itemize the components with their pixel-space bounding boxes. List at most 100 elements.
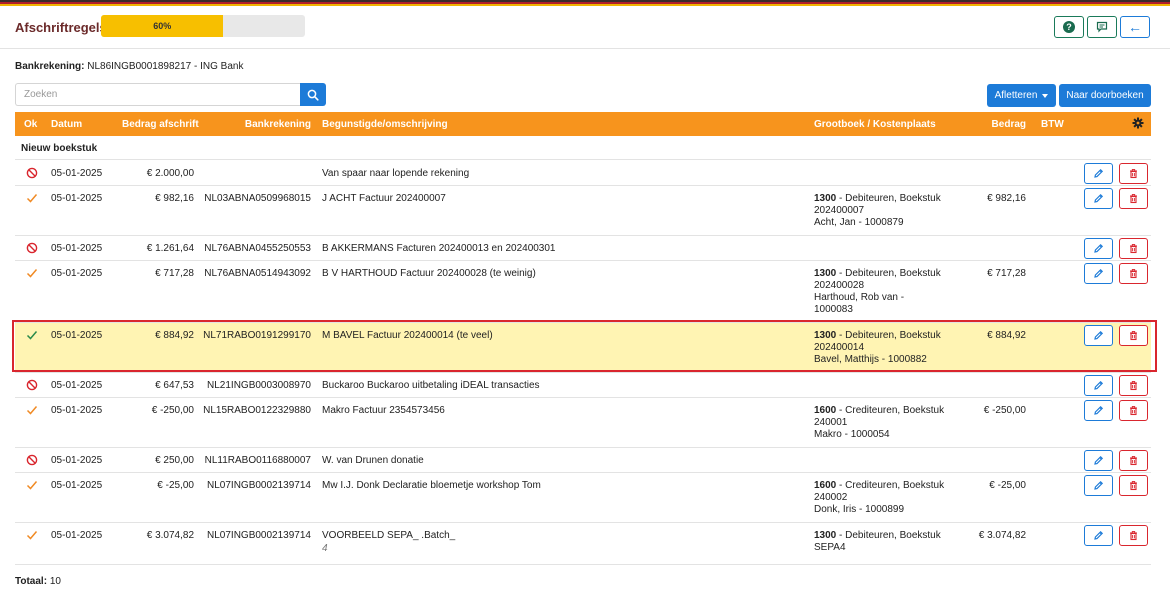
afletteren-dropdown-button[interactable]: Afletteren (987, 84, 1056, 107)
delete-button[interactable] (1119, 238, 1148, 259)
group-row: Nieuw boekstuk (15, 136, 1151, 160)
row-relation: Makro - 1000054 (814, 429, 890, 440)
delete-button[interactable] (1119, 163, 1148, 184)
check-icon (26, 329, 38, 344)
row-ledger: 1600 - Crediteuren, Boekstuk (814, 480, 944, 492)
edit-button[interactable] (1084, 263, 1113, 284)
col-bedrag[interactable]: Bedrag (992, 119, 1026, 130)
delete-button[interactable] (1119, 263, 1148, 284)
row-amount: € 647,53 (155, 380, 194, 391)
pencil-icon (1093, 193, 1104, 204)
trash-icon (1128, 455, 1139, 466)
relation-number: 1000083 (814, 304, 853, 315)
row-description: Mw I.J. Donk Declaratie bloemetje worksh… (322, 480, 541, 491)
col-bedrag-afschrift[interactable]: Bedrag afschrift (122, 119, 199, 130)
row-iban: NL76ABNA0514943092 (204, 268, 311, 279)
edit-button[interactable] (1084, 188, 1113, 209)
row-description: M BAVEL Factuur 202400014 (te veel) (322, 330, 493, 341)
pencil-icon (1093, 455, 1104, 466)
row-bedrag: € 3.074,82 (978, 530, 1026, 541)
row-relation: Donk, Iris - 1000899 (814, 504, 905, 515)
relation-name: Harthoud, Rob van (814, 292, 898, 303)
blocked-icon (26, 379, 38, 394)
ledger-text: - Crediteuren, Boekstuk (836, 405, 945, 416)
table-row: 05-01-2025 € 982,16 NL03ABNA0509968015 J AC… (15, 186, 1151, 236)
row-boekstuk: 240002 (814, 492, 847, 504)
table-row: 05-01-2025 € 250,00 NL11RABO0116880007 W. v… (15, 448, 1151, 473)
delete-button[interactable] (1119, 475, 1148, 496)
naar-doorboeken-button[interactable]: Naar doorboeken (1059, 84, 1151, 107)
row-description: Makro Factuur 2354573456 (322, 405, 445, 416)
group-label: Nieuw boekstuk (21, 143, 98, 154)
row-ledger: 1600 - Crediteuren, Boekstuk (814, 405, 944, 417)
trash-icon (1128, 530, 1139, 541)
col-bankrekening[interactable]: Bankrekening (245, 119, 311, 130)
row-description: Buckaroo Buckaroo uitbetaling iDEAL tran… (322, 380, 540, 391)
edit-button[interactable] (1084, 525, 1113, 546)
row-date: 05-01-2025 (51, 268, 103, 279)
row-iban: NL07INGB0002139714 (207, 480, 311, 491)
pencil-icon (1093, 330, 1104, 341)
delete-button[interactable] (1119, 400, 1148, 421)
delete-button[interactable] (1119, 375, 1148, 396)
delete-button[interactable] (1119, 450, 1148, 471)
row-iban: NL15RABO0122329880 (203, 405, 311, 416)
row-description: B AKKERMANS Facturen 202400013 en 202400… (322, 243, 556, 254)
table-row: 05-01-2025 € 717,28 NL76ABNA0514943092 B V … (15, 261, 1151, 323)
edit-button[interactable] (1084, 375, 1113, 396)
relation-name: Makro (814, 429, 842, 440)
comment-button[interactable] (1087, 16, 1117, 38)
col-btw[interactable]: BTW (1041, 119, 1064, 130)
arrow-left-icon: ← (1128, 19, 1142, 35)
edit-button[interactable] (1084, 400, 1113, 421)
row-iban: NL21INGB0003008970 (207, 380, 311, 391)
help-icon: ? (1063, 21, 1075, 33)
col-ok[interactable]: Ok (24, 119, 37, 130)
boekstuk-number: 202400028 (814, 280, 865, 291)
row-amount: € -25,00 (157, 480, 194, 491)
row-relation: Bavel, Matthijs - 1000882 (814, 354, 927, 365)
boekstuk-number: 202400014 (814, 342, 865, 353)
bank-account-info: Bankrekening: NL86INGB0001898217 - ING B… (15, 61, 243, 72)
row-date: 05-01-2025 (51, 168, 103, 179)
boekstuk-number: SEPA4 (814, 542, 846, 553)
trash-icon (1128, 243, 1139, 254)
gear-icon[interactable] (1132, 117, 1144, 129)
row-iban: NL03ABNA0509968015 (204, 193, 311, 204)
col-grootboek[interactable]: Grootboek / Kostenplaats (814, 119, 936, 130)
row-amount: € 1.261,64 (146, 243, 194, 254)
edit-button[interactable] (1084, 238, 1113, 259)
ledger-text: - Debiteuren, Boekstuk (836, 268, 941, 279)
edit-button[interactable] (1084, 475, 1113, 496)
ledger-account: 1300 (814, 530, 837, 541)
ledger-account: 1300 (814, 268, 837, 279)
edit-button[interactable] (1084, 163, 1113, 184)
row-iban: NL71RABO0191299170 (203, 330, 311, 341)
edit-button[interactable] (1084, 450, 1113, 471)
help-button[interactable]: ? (1054, 16, 1084, 38)
delete-button[interactable] (1119, 525, 1148, 546)
pencil-icon (1093, 243, 1104, 254)
check-icon (26, 267, 38, 282)
col-datum[interactable]: Datum (51, 119, 82, 130)
blocked-icon (26, 242, 38, 257)
col-begunstigde[interactable]: Begunstigde/omschrijving (322, 119, 448, 130)
edit-button[interactable] (1084, 325, 1113, 346)
search-button[interactable] (300, 83, 326, 106)
row-relation: Harthoud, Rob van - (814, 292, 905, 303)
boekstuk-number: 240002 (814, 492, 848, 503)
row-ledger: 1300 - Debiteuren, Boekstuk (814, 330, 941, 342)
bank-account-label: Bankrekening: (15, 61, 85, 72)
search-input[interactable] (15, 83, 300, 106)
row-date: 05-01-2025 (51, 405, 103, 416)
delete-button[interactable] (1119, 188, 1148, 209)
row-amount: € 982,16 (155, 193, 194, 204)
relation-number: 1000879 (864, 217, 904, 228)
trash-icon (1128, 330, 1139, 341)
row-description: J ACHT Factuur 202400007 (322, 193, 446, 204)
row-boekstuk: SEPA4 (814, 542, 846, 554)
row-amount: € 250,00 (155, 455, 194, 466)
pencil-icon (1093, 268, 1104, 279)
delete-button[interactable] (1119, 325, 1148, 346)
back-button[interactable]: ← (1120, 16, 1150, 38)
